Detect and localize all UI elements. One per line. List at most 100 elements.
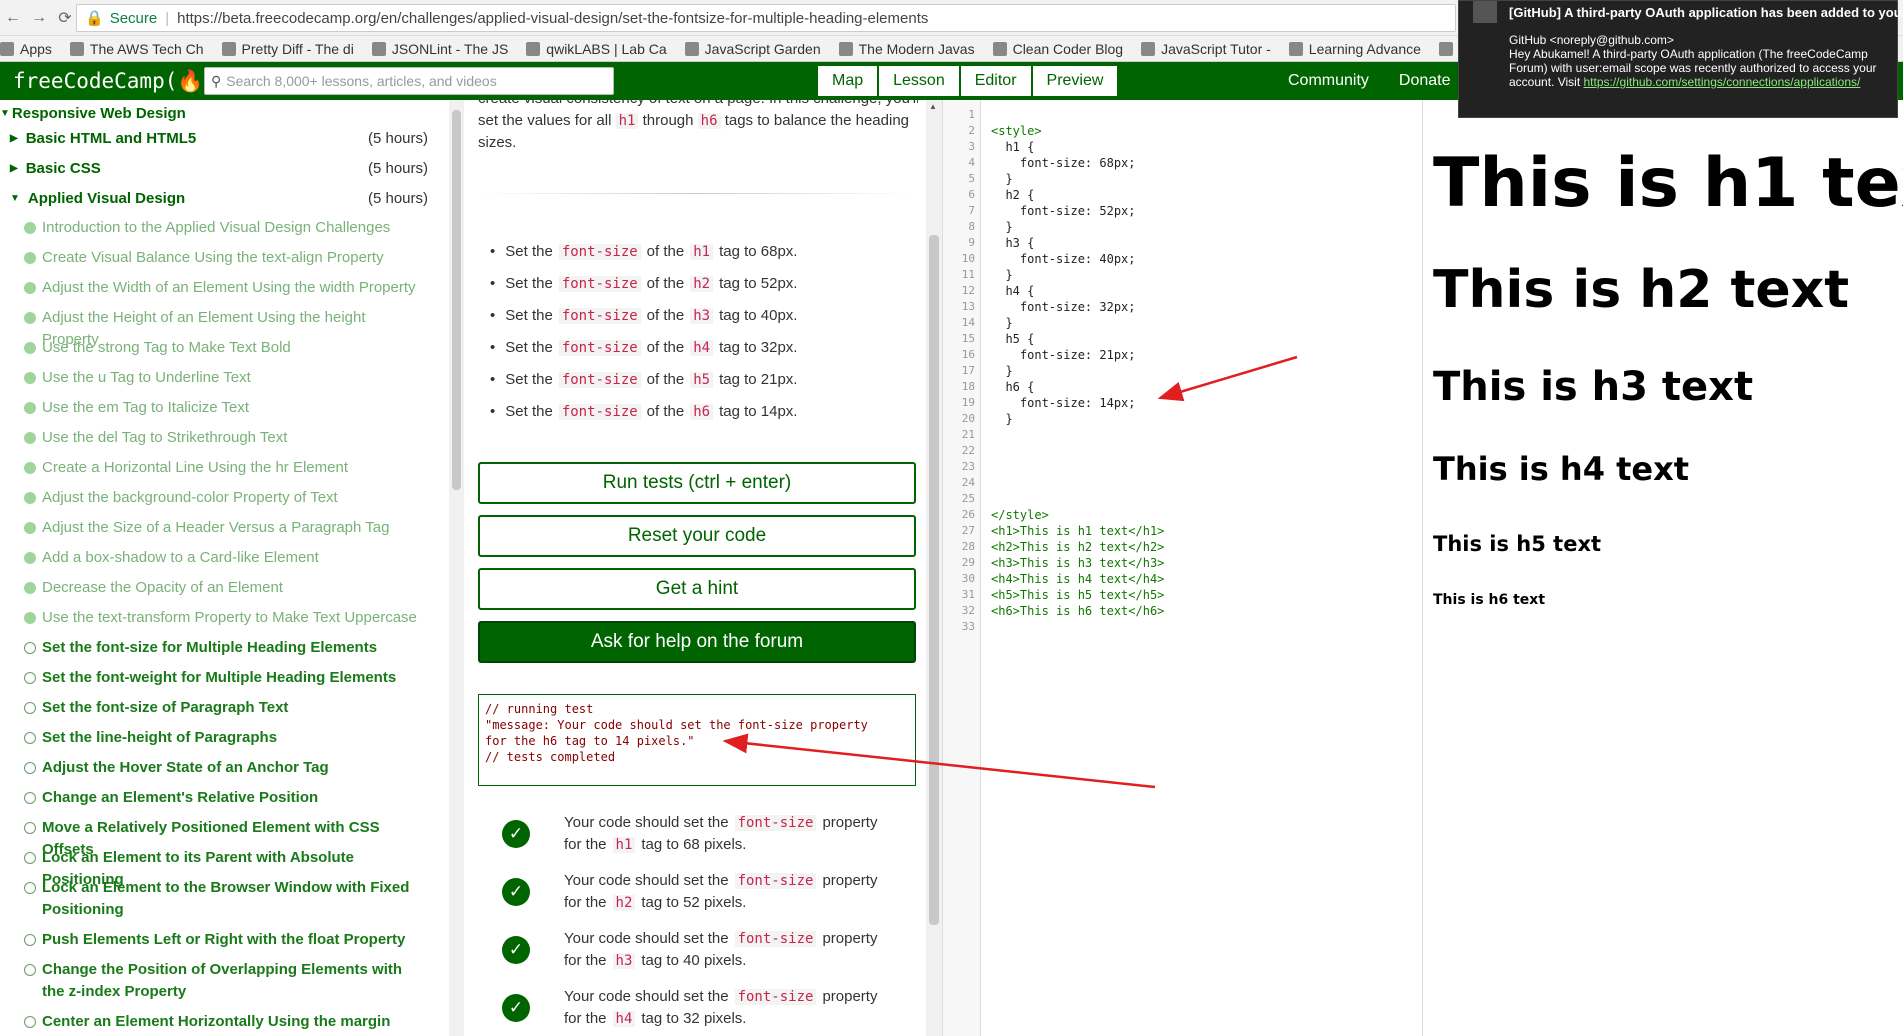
code-line[interactable]: </style> <box>991 508 1049 522</box>
sidebar-section[interactable]: ▶Basic HTML and HTML5(5 hours) <box>10 127 440 149</box>
ask-forum-button[interactable]: Ask for help on the forum <box>478 621 916 663</box>
bookmark-item[interactable]: Apps <box>0 41 52 57</box>
sidebar-challenge[interactable]: Use the u Tag to Underline Text <box>24 367 424 389</box>
bookmark-item[interactable]: JavaScript Garden <box>685 41 821 57</box>
sidebar-challenge[interactable]: Decrease the Opacity of an Element <box>24 577 424 599</box>
address-separator: | <box>165 10 169 27</box>
sidebar-challenge[interactable]: Adjust the Width of an Element Using the… <box>24 277 424 299</box>
code-line[interactable]: <h1>This is h1 text</h1> <box>991 524 1164 538</box>
bookmark-item[interactable]: Pretty Diff - The di <box>222 41 354 57</box>
sidebar-challenge[interactable]: Use the strong Tag to Make Text Bold <box>24 337 424 359</box>
sidebar-challenge[interactable]: Change an Element's Relative Position <box>24 787 424 809</box>
code-line[interactable]: } <box>991 220 1013 234</box>
code-line[interactable]: h4 { <box>991 284 1034 298</box>
code-line[interactable]: font-size: 68px; <box>991 156 1136 170</box>
brand-logo[interactable]: freeCodeCamp(🔥) <box>13 69 203 94</box>
bookmark-item[interactable]: The Modern Javas <box>839 41 975 57</box>
lesson-scrollbar[interactable]: ▲ <box>926 100 942 1036</box>
curriculum-sidebar: ▼ Responsive Web Design ▶Basic HTML and … <box>0 100 449 1036</box>
code-line[interactable]: <h5>This is h5 text</h5> <box>991 588 1164 602</box>
reset-code-button[interactable]: Reset your code <box>478 515 916 557</box>
sidebar-challenge[interactable]: Set the font-size of Paragraph Text <box>24 697 424 719</box>
sidebar-challenge[interactable]: Change the Position of Overlapping Eleme… <box>24 959 424 1003</box>
run-tests-button[interactable]: Run tests (ctrl + enter) <box>478 462 916 504</box>
code-line[interactable]: <h4>This is h4 text</h4> <box>991 572 1164 586</box>
sidebar-scrollbar[interactable] <box>449 100 464 1036</box>
code-line[interactable]: <h2>This is h2 text</h2> <box>991 540 1164 554</box>
bookmark-item[interactable]: The AWS Tech Ch <box>70 41 204 57</box>
sidebar-section[interactable]: ▶Basic CSS(5 hours) <box>10 157 440 179</box>
sidebar-superblock[interactable]: ▼ Responsive Web Design <box>0 102 186 124</box>
sidebar-challenge[interactable]: Push Elements Left or Right with the flo… <box>24 929 424 951</box>
lesson-scroll-thumb[interactable] <box>929 235 939 925</box>
sidebar-challenge[interactable]: Move a Relatively Positioned Element wit… <box>24 817 424 839</box>
code-line[interactable]: h5 { <box>991 332 1034 346</box>
tab-editor[interactable]: Editor <box>960 65 1032 97</box>
code-line[interactable]: <h6>This is h6 text</h6> <box>991 604 1164 618</box>
tab-map[interactable]: Map <box>817 65 878 97</box>
reload-icon[interactable]: ⟳ <box>52 8 78 28</box>
sidebar-challenge[interactable]: Create Visual Balance Using the text-ali… <box>24 247 424 269</box>
get-hint-button[interactable]: Get a hint <box>478 568 916 610</box>
sidebar-challenge[interactable]: Lock an Element to its Parent with Absol… <box>24 847 424 869</box>
notification-link[interactable]: https://github.com/settings/connections/… <box>1584 75 1861 89</box>
code-line[interactable]: h1 { <box>991 140 1034 154</box>
bookmark-icon <box>1439 42 1453 56</box>
sidebar-scroll-thumb[interactable] <box>452 110 461 490</box>
empty-circle-icon <box>24 822 36 834</box>
sidebar-challenge[interactable]: Use the text-transform Property to Make … <box>24 607 424 629</box>
bullet-icon: • <box>490 243 495 260</box>
code-line[interactable]: } <box>991 364 1013 378</box>
sidebar-challenge[interactable]: Adjust the Hover State of an Anchor Tag <box>24 757 424 779</box>
code-line[interactable]: } <box>991 412 1013 426</box>
notification-body: GitHub <noreply@github.com> Hey Abukamel… <box>1509 33 1889 89</box>
sidebar-challenge[interactable]: Use the em Tag to Italicize Text <box>24 397 424 419</box>
search-input[interactable]: Search 8,000+ lessons, articles, and vid… <box>226 73 496 89</box>
sidebar-challenge[interactable]: Introduction to the Applied Visual Desig… <box>24 217 424 239</box>
sidebar-challenge[interactable]: Set the line-height of Paragraphs <box>24 727 424 749</box>
tab-preview[interactable]: Preview <box>1032 65 1119 97</box>
donate-link[interactable]: Donate <box>1399 72 1451 90</box>
code-line[interactable]: font-size: 40px; <box>991 252 1136 266</box>
code-line[interactable]: } <box>991 316 1013 330</box>
code-line[interactable]: font-size: 14px; <box>991 396 1136 410</box>
bookmark-item[interactable]: JavaScript Tutor - <box>1141 41 1271 57</box>
code-line[interactable]: font-size: 21px; <box>991 348 1136 362</box>
code-line[interactable]: h2 { <box>991 188 1034 202</box>
forward-icon[interactable]: → <box>26 9 52 27</box>
search-box[interactable]: ⚲ Search 8,000+ lessons, articles, and v… <box>204 67 614 95</box>
sidebar-challenge[interactable]: Adjust the background-color Property of … <box>24 487 424 509</box>
code-line[interactable]: font-size: 32px; <box>991 300 1136 314</box>
github-notification[interactable]: [GitHub] A third-party OAuth application… <box>1458 0 1898 118</box>
code-line[interactable]: h3 { <box>991 236 1034 250</box>
code-line[interactable]: <style> <box>991 124 1042 138</box>
code-editor[interactable]: 1234567891011121314151617181920212223242… <box>942 100 1423 1036</box>
sidebar-section[interactable]: ▼Applied Visual Design(5 hours) <box>10 187 440 209</box>
code-line[interactable]: <h3>This is h3 text</h3> <box>991 556 1164 570</box>
sidebar-challenge[interactable]: Use the del Tag to Strikethrough Text <box>24 427 424 449</box>
code-line[interactable]: } <box>991 268 1013 282</box>
sidebar-challenge[interactable]: Create a Horizontal Line Using the hr El… <box>24 457 424 479</box>
challenge-label: Use the text-transform Property to Make … <box>42 607 417 629</box>
bookmark-item[interactable]: qwikLABS | Lab Ca <box>526 41 666 57</box>
tab-lesson[interactable]: Lesson <box>878 65 960 97</box>
sidebar-challenge[interactable]: Adjust the Height of an Element Using th… <box>24 307 424 329</box>
check-icon: ✓ <box>502 936 530 964</box>
sidebar-challenge[interactable]: Add a box-shadow to a Card-like Element <box>24 547 424 569</box>
line-number: 23 <box>962 460 975 473</box>
bookmark-item[interactable]: JSONLint - The JS <box>372 41 508 57</box>
code-line[interactable]: h6 { <box>991 380 1034 394</box>
sidebar-challenge[interactable]: Set the font-size for Multiple Heading E… <box>24 637 424 659</box>
sidebar-challenge[interactable]: Lock an Element to the Browser Window wi… <box>24 877 424 921</box>
address-bar[interactable]: 🔒 Secure | https://beta.freecodecamp.org… <box>76 4 1456 32</box>
sidebar-challenge[interactable]: Adjust the Size of a Header Versus a Par… <box>24 517 424 539</box>
bookmark-item[interactable]: Clean Coder Blog <box>993 41 1124 57</box>
back-icon[interactable]: ← <box>0 9 26 27</box>
code-line[interactable]: } <box>991 172 1013 186</box>
bookmark-item[interactable]: Learning Advance <box>1289 41 1421 57</box>
code-line[interactable]: font-size: 52px; <box>991 204 1136 218</box>
sidebar-challenge[interactable]: Center an Element Horizontally Using the… <box>24 1011 424 1033</box>
community-link[interactable]: Community <box>1288 72 1369 90</box>
scroll-up-icon[interactable]: ▲ <box>929 102 937 111</box>
sidebar-challenge[interactable]: Set the font-weight for Multiple Heading… <box>24 667 424 689</box>
